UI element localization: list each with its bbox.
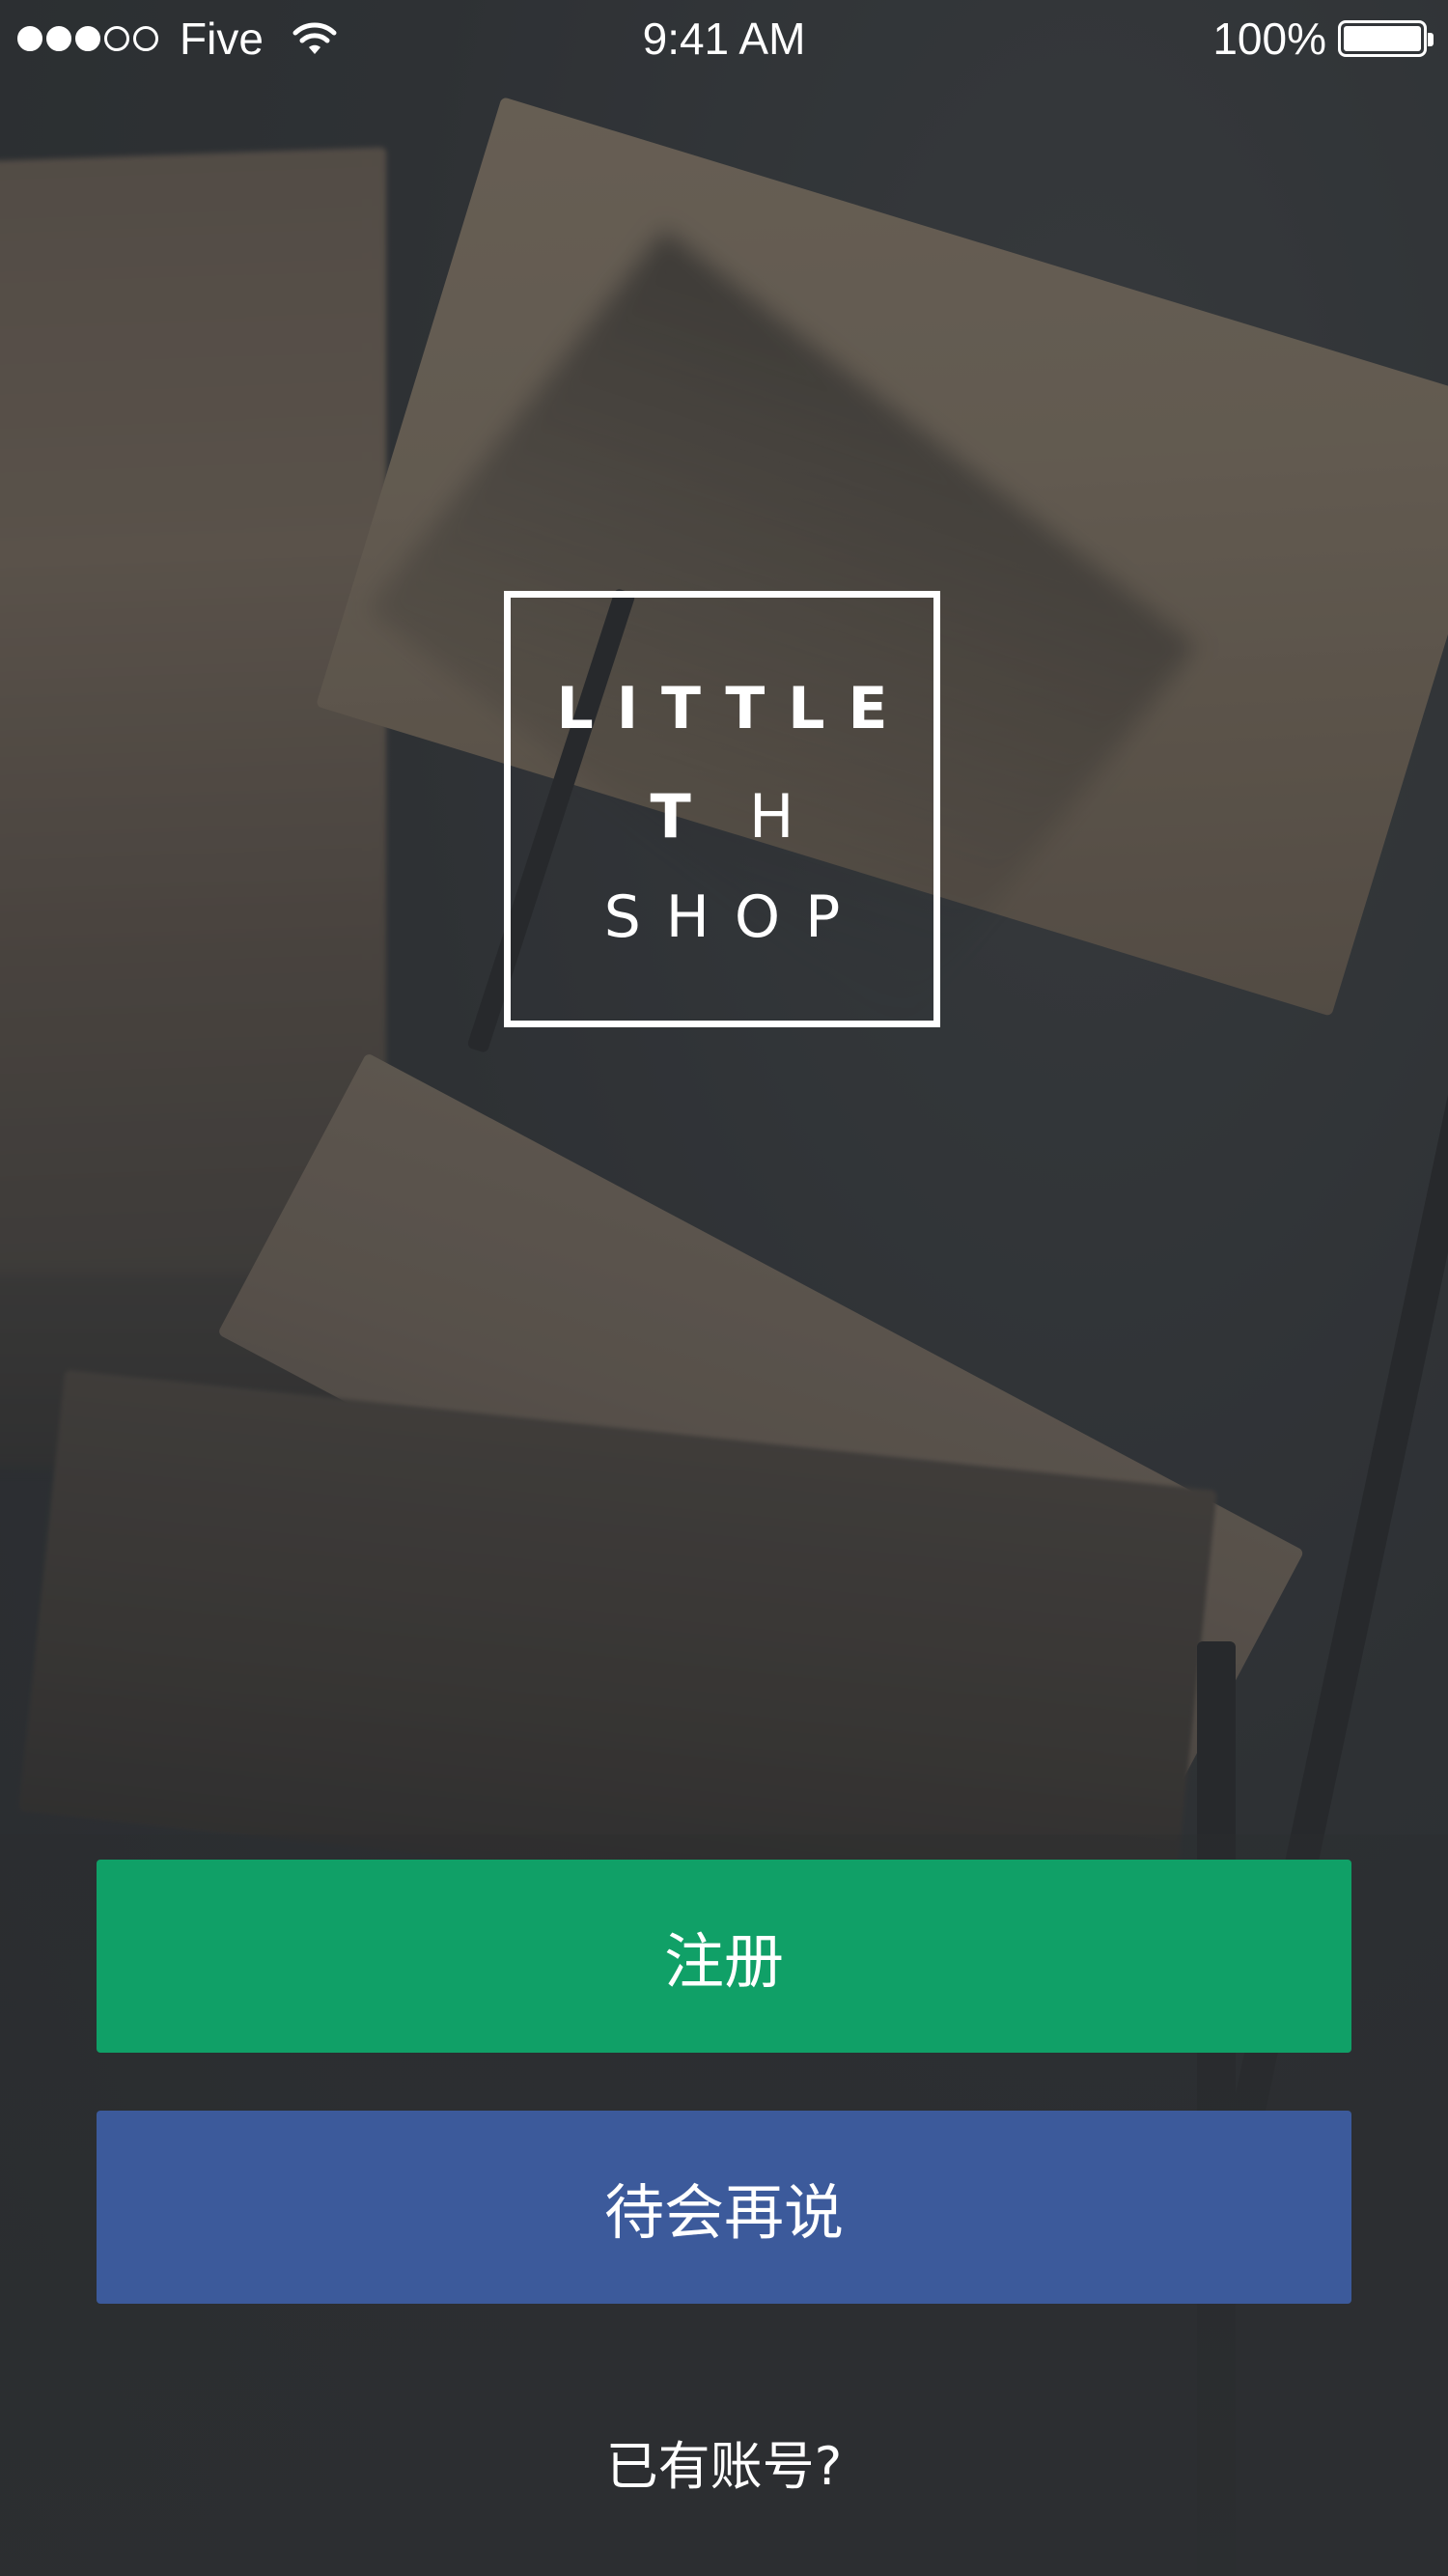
app-logo: LITTLE TH SHOP xyxy=(504,591,940,1027)
login-link[interactable]: 已有账号? xyxy=(0,2423,1448,2500)
logo-line-shop: SHOP xyxy=(603,883,866,951)
battery-fill xyxy=(1344,26,1421,51)
battery-cap xyxy=(1428,33,1434,46)
later-button[interactable]: 待会再说 xyxy=(97,2111,1351,2304)
register-button[interactable]: 注册 xyxy=(97,1860,1351,2053)
logo-letter-t: T xyxy=(650,781,749,852)
logo-letter-h: H xyxy=(748,781,852,852)
battery-percentage: 100% xyxy=(1212,14,1326,64)
battery-icon xyxy=(1338,20,1434,57)
status-bar: Five 9:41 AM 100% xyxy=(0,0,1448,77)
status-right: 100% xyxy=(1212,0,1434,77)
logo-line-th: TH xyxy=(511,781,933,852)
logo-line-little: LITTLE xyxy=(556,675,911,742)
